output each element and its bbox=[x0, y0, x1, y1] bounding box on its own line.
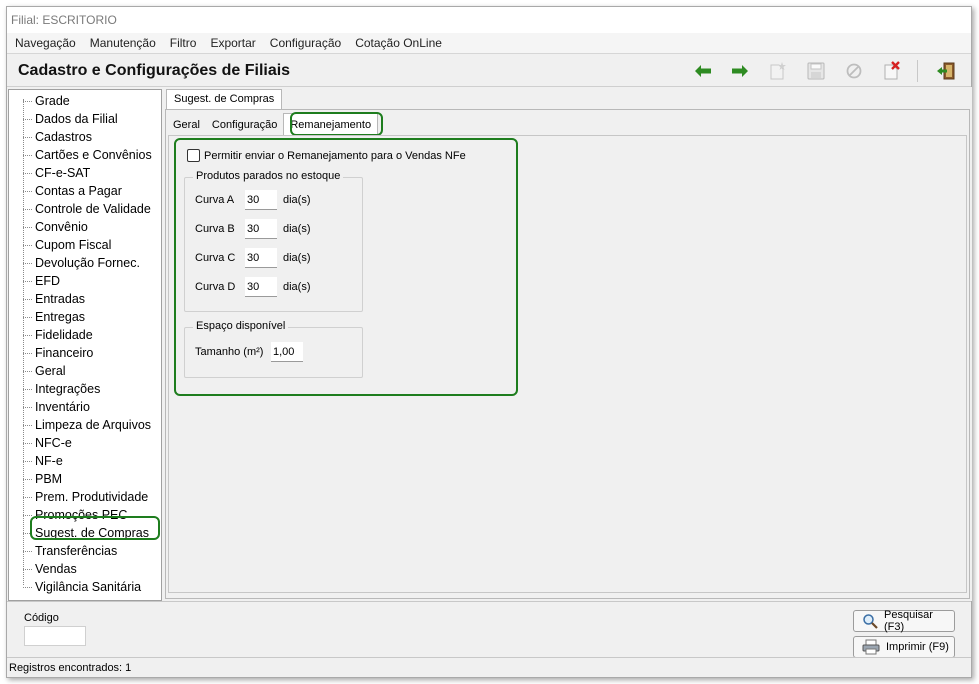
remanejamento-checkbox-row[interactable]: Permitir enviar o Remanejamento para o V… bbox=[187, 149, 466, 162]
sidebar-item-limpeza-de-arquivos[interactable]: Limpeza de Arquivos bbox=[9, 416, 161, 434]
curva-a-unit: dia(s) bbox=[283, 194, 311, 206]
curva-d-unit: dia(s) bbox=[283, 281, 311, 293]
sidebar-item-contas-a-pagar[interactable]: Contas a Pagar bbox=[9, 182, 161, 200]
espaco-group-title: Espaço disponível bbox=[193, 320, 289, 332]
menu-cotacao-online[interactable]: Cotação OnLine bbox=[355, 33, 442, 53]
sidebar-item-cartoes-e-convenios[interactable]: Cartões e Convênios bbox=[9, 146, 161, 164]
curva-b-row: Curva B dia(s) bbox=[195, 219, 311, 239]
sidebar-item-controle-de-validade[interactable]: Controle de Validade bbox=[9, 200, 161, 218]
pesquisar-button[interactable]: Pesquisar (F3) bbox=[853, 609, 955, 633]
curva-b-input[interactable] bbox=[245, 219, 277, 239]
curva-c-label: Curva C bbox=[195, 252, 236, 264]
header-bar: Cadastro e Configurações de Filiais bbox=[7, 53, 971, 87]
curva-a-label: Curva A bbox=[195, 194, 235, 206]
sidebar-item-vigilancia-sanitaria[interactable]: Vigilância Sanitária bbox=[9, 578, 161, 596]
menu-manutencao[interactable]: Manutenção bbox=[90, 33, 156, 53]
save-icon[interactable] bbox=[804, 59, 828, 83]
sidebar-item-pbm[interactable]: PBM bbox=[9, 470, 161, 488]
imprimir-button[interactable]: Imprimir (F9) bbox=[853, 636, 955, 658]
status-bar: Registros encontrados: 1 bbox=[7, 657, 971, 677]
curva-d-label: Curva D bbox=[195, 281, 236, 293]
printer-icon bbox=[862, 639, 880, 655]
imprimir-label: Imprimir (F9) bbox=[886, 641, 949, 653]
menu-exportar[interactable]: Exportar bbox=[210, 33, 255, 53]
curva-a-input[interactable] bbox=[245, 190, 277, 210]
search-icon bbox=[862, 613, 878, 629]
content-area: Sugest. de Compras Geral Configuração Re… bbox=[162, 87, 972, 601]
sidebar-item-efd[interactable]: EFD bbox=[9, 272, 161, 290]
sidebar-tree: Grade Dados da Filial Cadastros Cartões … bbox=[8, 89, 162, 601]
tab-sugest-de-compras[interactable]: Sugest. de Compras bbox=[166, 89, 283, 109]
menu-filtro[interactable]: Filtro bbox=[170, 33, 197, 53]
tamanho-input[interactable] bbox=[271, 342, 303, 362]
remanejamento-checkbox[interactable] bbox=[187, 149, 200, 162]
menu-configuracao[interactable]: Configuração bbox=[270, 33, 341, 53]
curva-b-unit: dia(s) bbox=[283, 223, 311, 235]
espaco-groupbox: Espaço disponível Tamanho (m²) bbox=[184, 320, 363, 378]
menu-navegacao[interactable]: Navegação bbox=[15, 33, 76, 53]
codigo-label: Código bbox=[24, 612, 59, 624]
sidebar-item-geral[interactable]: Geral bbox=[9, 362, 161, 380]
sidebar-item-financeiro[interactable]: Financeiro bbox=[9, 344, 161, 362]
curva-c-input[interactable] bbox=[245, 248, 277, 268]
curva-d-input[interactable] bbox=[245, 277, 277, 297]
page-title: Cadastro e Configurações de Filiais bbox=[18, 62, 291, 79]
curva-b-label: Curva B bbox=[195, 223, 235, 235]
tamanho-label: Tamanho (m²) bbox=[195, 346, 264, 358]
toolbar-separator bbox=[917, 60, 918, 82]
sidebar-item-prem-produtividade[interactable]: Prem. Produtividade bbox=[9, 488, 161, 506]
sidebar-item-nf-e[interactable]: NF-e bbox=[9, 452, 161, 470]
arrow-left-icon[interactable] bbox=[691, 59, 715, 83]
tab-geral[interactable]: Geral bbox=[167, 115, 206, 135]
sidebar-item-inventario[interactable]: Inventário bbox=[9, 398, 161, 416]
sidebar-item-vendas[interactable]: Vendas bbox=[9, 560, 161, 578]
pesquisar-label: Pesquisar (F3) bbox=[884, 609, 933, 633]
sidebar-item-transferencias[interactable]: Transferências bbox=[9, 542, 161, 560]
selected-item-highlight bbox=[30, 516, 160, 540]
window-title: Filial: ESCRITORIO bbox=[7, 7, 971, 33]
sidebar-item-entradas[interactable]: Entradas bbox=[9, 290, 161, 308]
produtos-groupbox: Produtos parados no estoque Curva A dia(… bbox=[184, 170, 363, 312]
curva-c-unit: dia(s) bbox=[283, 252, 311, 264]
sidebar-item-grade[interactable]: Grade bbox=[9, 92, 161, 110]
tamanho-row: Tamanho (m²) bbox=[195, 342, 303, 362]
sidebar-item-fidelidade[interactable]: Fidelidade bbox=[9, 326, 161, 344]
sidebar-item-dados-da-filial[interactable]: Dados da Filial bbox=[9, 110, 161, 128]
new-icon[interactable] bbox=[766, 59, 790, 83]
curva-a-row: Curva A dia(s) bbox=[195, 190, 311, 210]
curva-d-row: Curva D dia(s) bbox=[195, 277, 311, 297]
bottom-area: Código Pesquisar (F3) Imprimir (F9) bbox=[7, 601, 971, 658]
sidebar-item-cf-e-sat[interactable]: CF-e-SAT bbox=[9, 164, 161, 182]
curva-c-row: Curva C dia(s) bbox=[195, 248, 311, 268]
tab-highlight bbox=[290, 112, 383, 136]
tab-configuracao[interactable]: Configuração bbox=[206, 115, 283, 135]
sidebar-item-entregas[interactable]: Entregas bbox=[9, 308, 161, 326]
main-window: Filial: ESCRITORIO Navegação Manutenção … bbox=[6, 6, 972, 678]
sidebar-item-convenio[interactable]: Convênio bbox=[9, 218, 161, 236]
delete-icon[interactable] bbox=[880, 59, 904, 83]
cancel-icon[interactable] bbox=[842, 59, 866, 83]
sidebar-item-cupom-fiscal[interactable]: Cupom Fiscal bbox=[9, 236, 161, 254]
menu-bar: Navegação Manutenção Filtro Exportar Con… bbox=[7, 33, 971, 53]
produtos-group-title: Produtos parados no estoque bbox=[193, 170, 344, 182]
arrow-right-icon[interactable] bbox=[728, 59, 752, 83]
sidebar-item-integracoes[interactable]: Integrações bbox=[9, 380, 161, 398]
exit-icon[interactable] bbox=[934, 59, 958, 83]
sidebar-item-devolucao-fornec[interactable]: Devolução Fornec. bbox=[9, 254, 161, 272]
codigo-input[interactable] bbox=[24, 626, 86, 646]
sidebar-item-nfc-e[interactable]: NFC-e bbox=[9, 434, 161, 452]
remanejamento-checkbox-label: Permitir enviar o Remanejamento para o V… bbox=[204, 149, 466, 162]
sidebar-item-cadastros[interactable]: Cadastros bbox=[9, 128, 161, 146]
